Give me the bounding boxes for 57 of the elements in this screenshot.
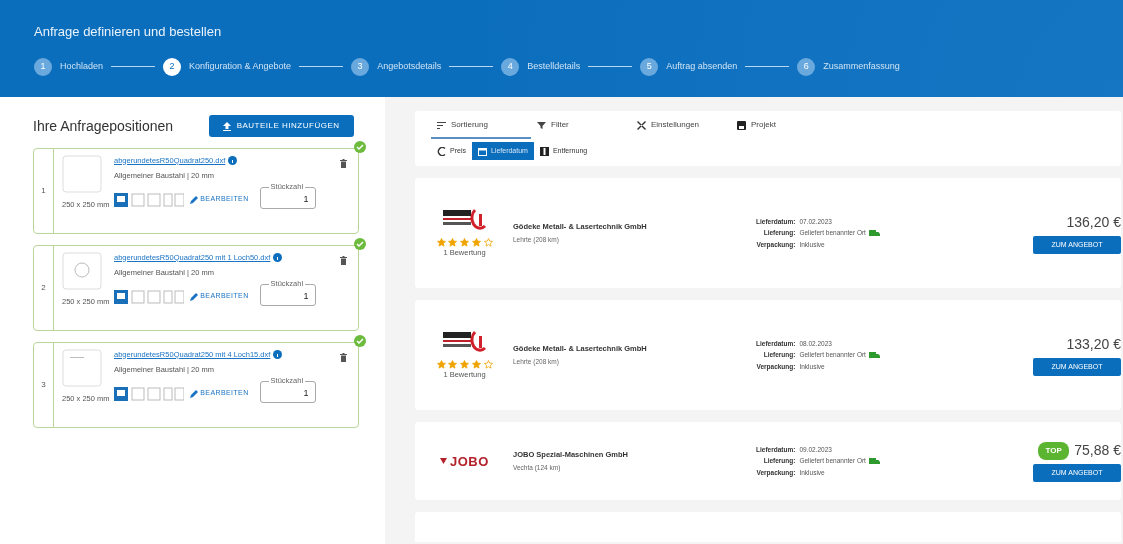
trash-icon[interactable] [340,256,347,266]
logo-mark-icon [440,458,448,465]
add-parts-button[interactable]: BAUTEILE HINZUFÜGEN [209,115,354,137]
filter-icon [537,120,546,130]
truck-icon [868,457,880,465]
star-icon [448,359,458,369]
info-icon [273,349,283,359]
page-title: Anfrage definieren und bestellen [34,23,223,41]
toolbar-tab[interactable]: Filter [531,111,631,139]
pencil-icon [189,292,198,301]
offer-price: 75,88 € [1074,441,1121,461]
company-logo-drawing [442,208,487,233]
star-icon [483,359,493,369]
toolbar-tab[interactable]: Projekt [731,111,831,139]
star-icon [460,237,469,247]
truck-icon [868,229,880,237]
sort-icon [437,120,446,130]
step-number[interactable]: 2 [163,57,182,76]
step-label[interactable]: Auftrag absenden [666,59,738,74]
offer-price: 133,20 € [1066,335,1121,355]
truck-icon [868,351,880,359]
position-number: 3 [34,343,54,427]
part-thumbnail [62,252,102,290]
step-label[interactable]: Hochladen [60,59,104,74]
star-icon [483,237,493,247]
toolbar-tab[interactable]: Sortierung [431,111,531,139]
trash-icon[interactable] [340,353,347,363]
star-icon [460,359,469,369]
part-thumbnail [62,155,102,193]
toolbar-tab[interactable]: Einstellungen [631,111,731,139]
process-icons-drawing [114,289,184,304]
step-label[interactable]: Bestelldetails [527,59,581,74]
star-icon [436,359,446,369]
pencil-icon [189,195,198,204]
star-icon [436,237,446,247]
step-label[interactable]: Zusammenfassung [823,59,900,74]
pencil-icon [189,389,198,398]
process-icons-drawing [114,386,184,401]
offer-price: 136,20 € [1066,213,1121,233]
company-logo: JOBO [449,452,489,471]
company-logo-drawing [442,330,487,355]
position-number: 2 [34,246,54,330]
offer-badge: TOP [1038,441,1069,460]
star-icon [471,237,481,247]
panel-title: Ihre Anfragepositionen [33,116,174,136]
star-icon [448,237,458,247]
upload-icon [223,121,232,131]
calendar-icon [477,146,487,156]
trash-icon[interactable] [340,159,347,169]
step-label[interactable]: Angebotsdetails [377,59,442,74]
part-thumbnail [62,349,102,387]
step-label[interactable]: Konfiguration & Angebote [189,59,292,74]
process-icons-drawing [114,192,184,207]
star-icon [471,359,481,369]
position-number: 1 [34,149,54,233]
info-icon [228,155,238,165]
info-icon [273,252,283,262]
